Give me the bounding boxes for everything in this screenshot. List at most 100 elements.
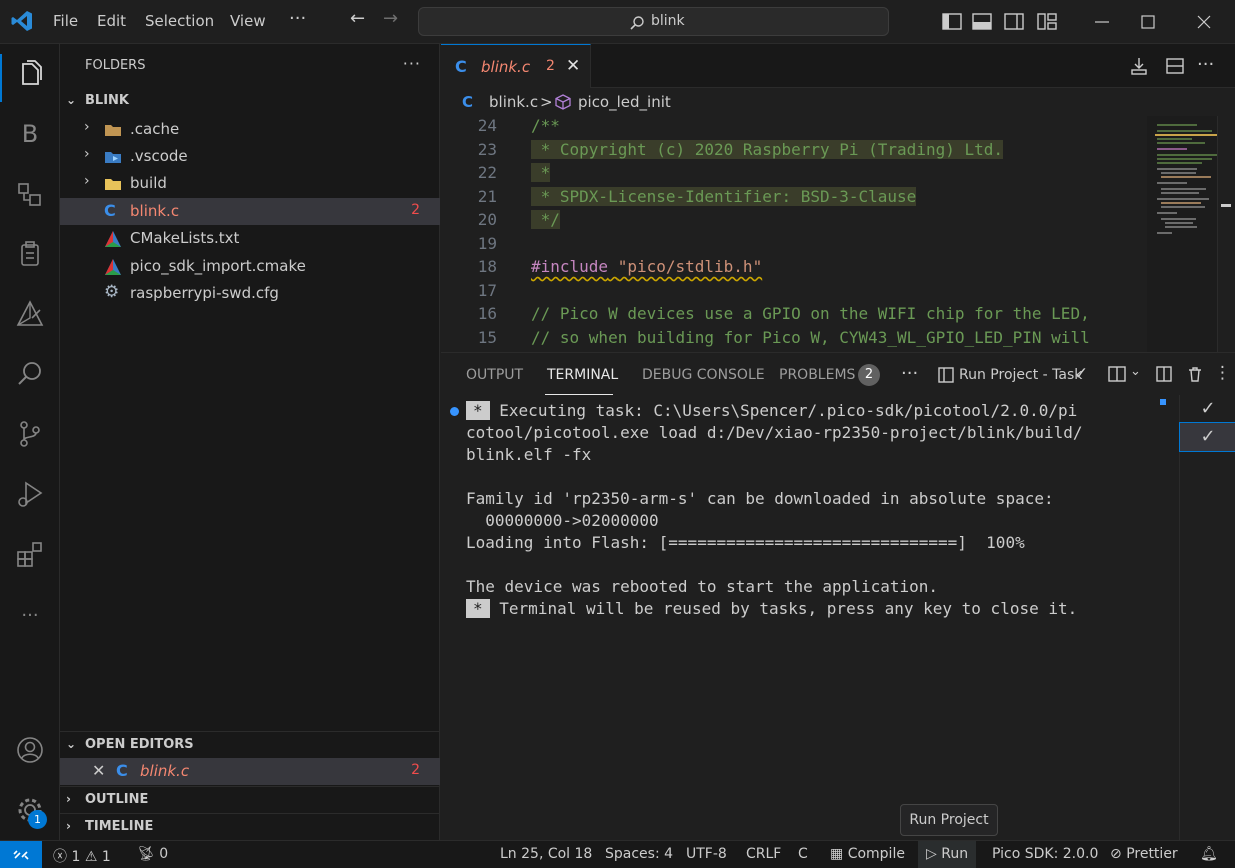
close-tab-icon[interactable]: ✕ (566, 56, 580, 76)
search-icon (630, 16, 644, 30)
tree-item-build[interactable]: › build (60, 170, 440, 197)
open-editor-blink-c[interactable]: ✕ C blink.c 2 (60, 758, 440, 785)
cmake-file-icon (105, 231, 121, 247)
minimap[interactable] (1147, 116, 1227, 352)
close-window-icon[interactable] (1190, 8, 1218, 36)
tree-item-cache[interactable]: › .cache (60, 116, 440, 143)
breadcrumb-separator: > (540, 93, 553, 111)
code-line: 23 * Copyright (c) 2020 Raspberry Pi (Tr… (477, 139, 1004, 159)
problem-count-badge: 2 (411, 762, 420, 778)
nav-back-icon[interactable]: ← (350, 8, 365, 29)
toggle-secondary-sidebar-icon[interactable] (1000, 8, 1028, 36)
play-icon: ▷ (926, 846, 937, 862)
build-folder-icon (105, 179, 121, 190)
breadcrumb-symbol[interactable]: pico_led_init (578, 93, 671, 111)
chevron-right-icon: › (84, 173, 90, 189)
outline-section[interactable]: › OUTLINE (60, 786, 440, 813)
terminal-scroll-marker (1160, 399, 1166, 405)
minimize-icon[interactable] (1088, 8, 1116, 36)
extensions-icon[interactable] (14, 538, 46, 570)
menu-more-icon[interactable]: ··· (289, 8, 306, 29)
command-center-search[interactable]: blink (418, 7, 889, 36)
tab-output[interactable]: OUTPUT (466, 367, 523, 383)
tab-terminal[interactable]: TERMINAL (547, 367, 618, 383)
tab-problems[interactable]: PROBLEMS (779, 367, 855, 383)
settings-badge: 1 (28, 810, 47, 829)
prohibited-icon: ⊘ (1110, 846, 1122, 862)
remote-indicator[interactable] (0, 841, 42, 868)
problems-status[interactable]: ⓧ 1 ⚠ 1 (53, 846, 111, 866)
prettier-status[interactable]: ⊘ Prettier (1110, 846, 1178, 862)
toggle-primary-sidebar-icon[interactable] (938, 8, 966, 36)
source-control-icon[interactable] (14, 418, 46, 450)
code-line: 19 (477, 233, 497, 253)
terminal-instance-1[interactable]: ✓ (1180, 395, 1235, 423)
editor-tab-bar: C blink.c 2 ✕ ··· (441, 44, 1235, 88)
trash-icon[interactable] (1186, 365, 1204, 383)
run-button[interactable]: ▷ Run (926, 846, 968, 862)
maximize-icon[interactable] (1134, 8, 1162, 36)
notifications-bell-icon[interactable]: 🔔︎ (1200, 846, 1218, 862)
code-area[interactable]: 24/** 23 * Copyright (c) 2020 Raspberry … (441, 116, 1147, 352)
more-views-icon[interactable]: ··· (14, 600, 46, 632)
language-mode[interactable]: C (798, 846, 808, 862)
customize-layout-icon[interactable] (1033, 8, 1061, 36)
active-task-label[interactable]: Run Project - Task (959, 367, 1082, 383)
editor-scrollbar[interactable] (1217, 116, 1231, 352)
c-file-icon: C (104, 201, 116, 220)
split-terminal-icon[interactable] (1107, 365, 1127, 383)
close-editor-icon[interactable]: ✕ (92, 761, 105, 780)
pico-sdk-version[interactable]: Pico SDK: 2.0.0 (992, 846, 1098, 862)
tab-blink-c[interactable]: C blink.c 2 ✕ (441, 44, 591, 88)
tree-item-blink-c[interactable]: C blink.c 2 (60, 198, 440, 225)
menu-edit[interactable]: Edit (97, 12, 126, 30)
run-debug-icon[interactable] (14, 478, 46, 510)
explorer-icon[interactable] (14, 58, 46, 90)
terminal-tabs-list: ✓ ✓ (1179, 395, 1235, 841)
activity-bar: B ··· 1 (0, 44, 60, 840)
search-icon[interactable] (14, 358, 46, 390)
nav-forward-icon[interactable]: → (383, 8, 398, 29)
ports-status[interactable]: 📡︎ 0 (137, 846, 168, 862)
accounts-icon[interactable] (14, 734, 46, 766)
remote-explorer-icon[interactable] (14, 178, 46, 210)
cmake-tools-icon[interactable] (14, 298, 46, 330)
tree-item-cmakelists[interactable]: CMakeLists.txt (60, 225, 440, 252)
tab-debug-console[interactable]: DEBUG CONSOLE (642, 367, 765, 383)
split-editor-icon[interactable] (1165, 56, 1185, 76)
vscode-folder-icon (105, 152, 121, 163)
compile-button[interactable]: ▦ Compile (830, 846, 905, 862)
sidebar-more-icon[interactable]: ··· (403, 54, 421, 73)
maximize-panel-icon[interactable] (1155, 365, 1173, 383)
menu-view[interactable]: View (230, 12, 266, 30)
manage-gear-icon[interactable]: 1 (14, 794, 47, 829)
line-ending[interactable]: CRLF (746, 846, 781, 862)
task-check-icon: ✓ (1074, 364, 1089, 384)
panel-more-icon[interactable]: ··· (901, 363, 918, 384)
tree-item-pico-sdk-import[interactable]: pico_sdk_import.cmake (60, 253, 440, 280)
more-actions-icon[interactable]: ⋮ (1214, 363, 1231, 383)
flash-pico-icon[interactable] (1129, 56, 1149, 76)
indentation[interactable]: Spaces: 4 (605, 846, 673, 862)
timeline-section[interactable]: › TIMELINE (60, 813, 440, 840)
chevron-down-icon[interactable]: ⌄ (1130, 364, 1141, 379)
gear-icon: ⚙ (104, 282, 120, 302)
terminal-instance-2[interactable]: ✓ (1179, 422, 1235, 452)
chevron-right-icon: › (66, 792, 71, 806)
open-editors-section[interactable]: ⌄ OPEN EDITORS (60, 731, 440, 758)
menu-selection[interactable]: Selection (145, 12, 214, 30)
tree-item-swd-cfg[interactable]: ⚙ raspberrypi-swd.cfg (60, 280, 440, 307)
status-bar: ⓧ 1 ⚠ 1 📡︎ 0 Ln 25, Col 18 Spaces: 4 UTF… (0, 840, 1235, 868)
menu-file[interactable]: File (53, 12, 78, 30)
cursor-position[interactable]: Ln 25, Col 18 (500, 846, 592, 862)
tree-item-vscode[interactable]: › .vscode (60, 143, 440, 170)
b-extension-icon[interactable]: B (14, 118, 46, 150)
terminal-line: Loading into Flash: [===================… (466, 533, 1025, 552)
clipboard-icon[interactable] (14, 238, 46, 270)
breadcrumb-file[interactable]: blink.c (489, 93, 538, 111)
editor-more-icon[interactable]: ··· (1197, 54, 1214, 75)
folder-root-blink[interactable]: ⌄ BLINK (60, 88, 440, 115)
toggle-panel-icon[interactable] (968, 8, 996, 36)
vscode-logo-icon[interactable] (10, 9, 34, 33)
encoding[interactable]: UTF-8 (686, 846, 727, 862)
